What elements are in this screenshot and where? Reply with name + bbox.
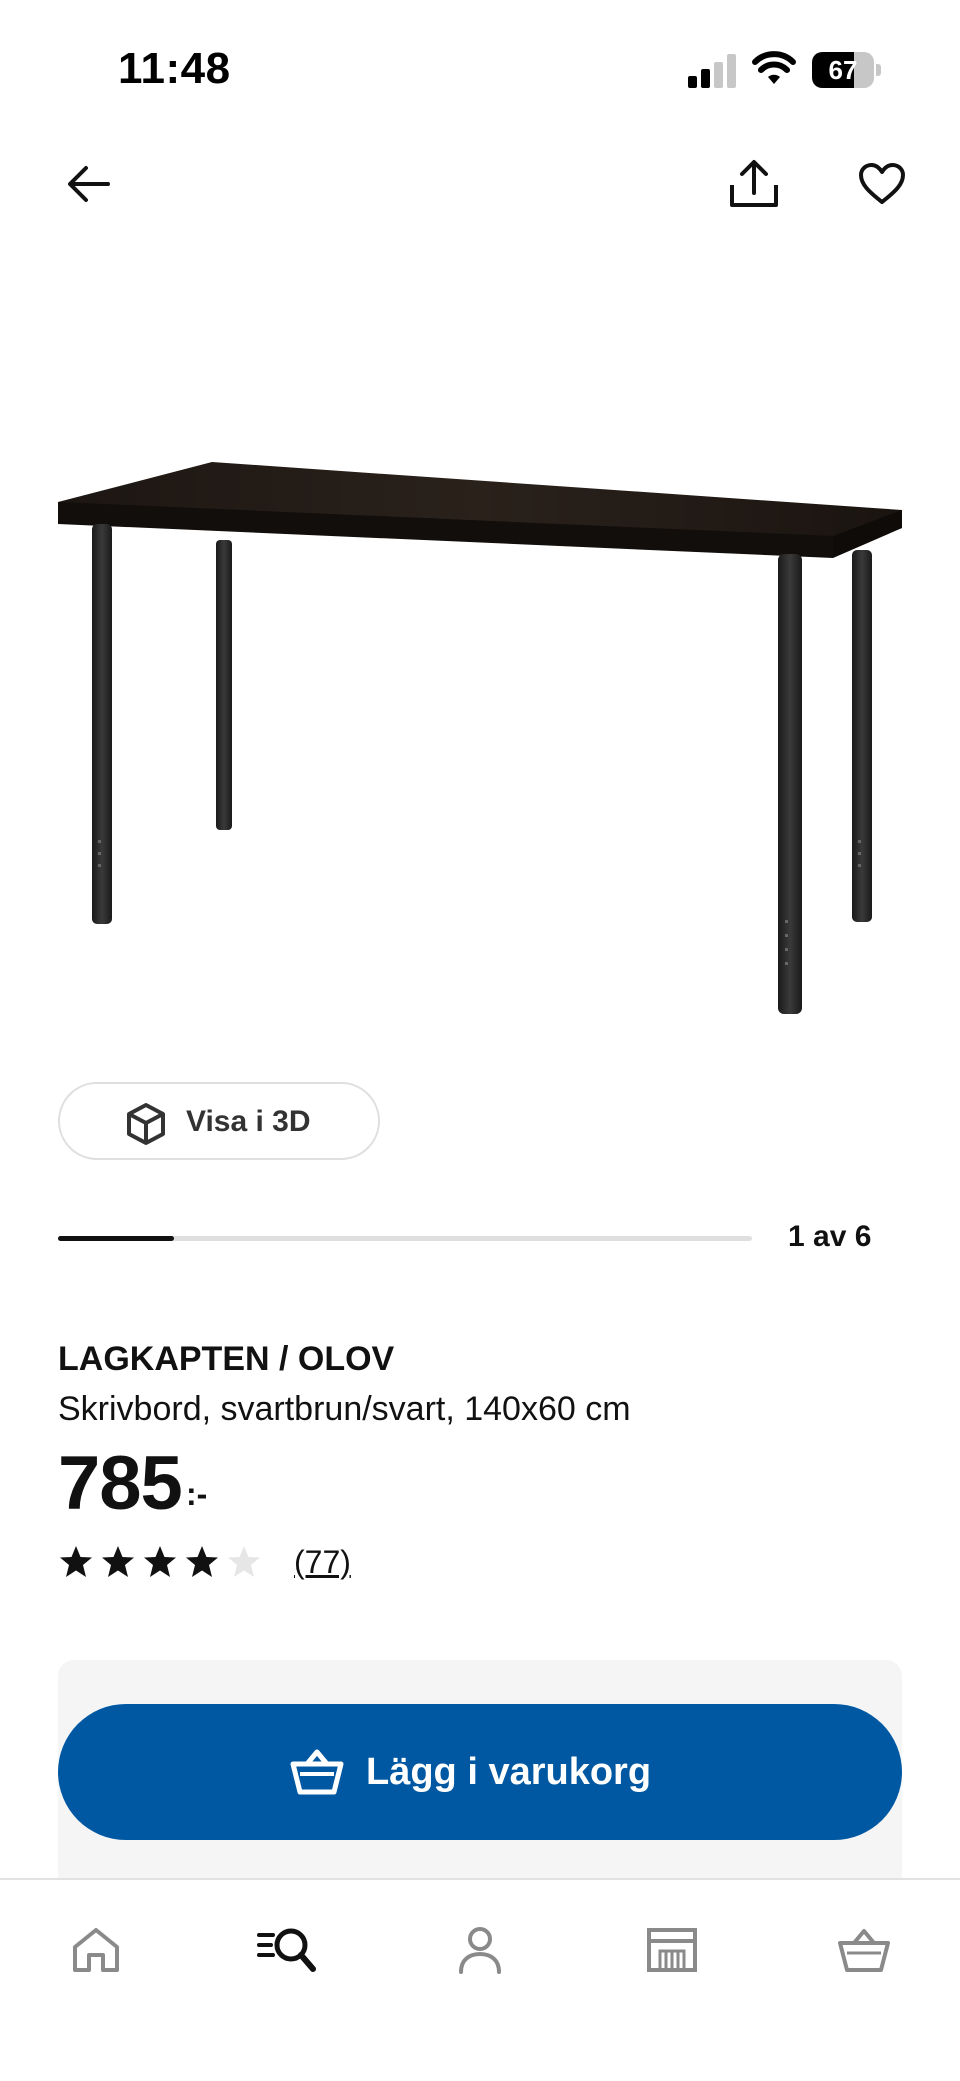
- nav-profile[interactable]: [440, 1910, 520, 1990]
- status-bar: 11:48 67: [0, 0, 960, 140]
- product-image[interactable]: [40, 440, 920, 1020]
- product-description: Skrivbord, svartbrun/svart, 140x60 cm: [58, 1390, 631, 1428]
- home-icon: [73, 1928, 119, 1972]
- add-to-cart-button[interactable]: Lägg i varukorg: [58, 1704, 902, 1840]
- product-page: 11:48 67 Visa i 3D 1 av 6 LAGKAPTEN / OL…: [0, 0, 960, 2081]
- battery-icon: 67: [812, 52, 882, 88]
- back-button[interactable]: [58, 154, 118, 214]
- star-icon: [60, 1546, 92, 1577]
- price-suffix: :-: [186, 1476, 208, 1512]
- cellular-signal-icon: [688, 54, 736, 88]
- view-3d-button[interactable]: Visa i 3D: [58, 1082, 380, 1160]
- star-empty-icon: [228, 1546, 260, 1577]
- battery-level: 67: [828, 55, 858, 85]
- product-name: LAGKAPTEN / OLOV: [58, 1340, 395, 1378]
- share-button[interactable]: [724, 154, 784, 214]
- nav-home[interactable]: [56, 1910, 136, 1990]
- nav-search[interactable]: [247, 1910, 327, 1990]
- view-3d-label: Visa i 3D: [186, 1105, 311, 1138]
- cube-icon: [127, 1103, 165, 1145]
- search-icon: [257, 1928, 316, 1972]
- profile-icon: [459, 1927, 501, 1974]
- nav-cart[interactable]: [824, 1910, 904, 1990]
- wifi-icon: [752, 51, 796, 84]
- heart-icon: [859, 163, 905, 204]
- favorite-button[interactable]: [852, 154, 912, 214]
- rating[interactable]: (77): [58, 1542, 351, 1582]
- nav-store[interactable]: [632, 1910, 712, 1990]
- arrow-left-icon: [68, 166, 110, 202]
- product-price: 785: [58, 1441, 183, 1526]
- star-icon: [144, 1546, 176, 1577]
- status-time: 11:48: [118, 44, 231, 93]
- gallery-counter: 1 av 6: [788, 1220, 872, 1253]
- gallery-progress: [58, 1236, 752, 1241]
- share-icon: [730, 160, 778, 207]
- gallery-progress-fill: [58, 1236, 174, 1241]
- add-to-cart-label: Lägg i varukorg: [366, 1751, 652, 1793]
- basket-icon: [290, 1749, 344, 1795]
- star-icon: [102, 1546, 134, 1577]
- basket-icon: [838, 1929, 890, 1972]
- store-icon: [647, 1928, 697, 1972]
- review-count-link[interactable]: (77): [294, 1544, 351, 1581]
- star-icon: [186, 1546, 218, 1577]
- bottom-nav: [0, 1878, 960, 2081]
